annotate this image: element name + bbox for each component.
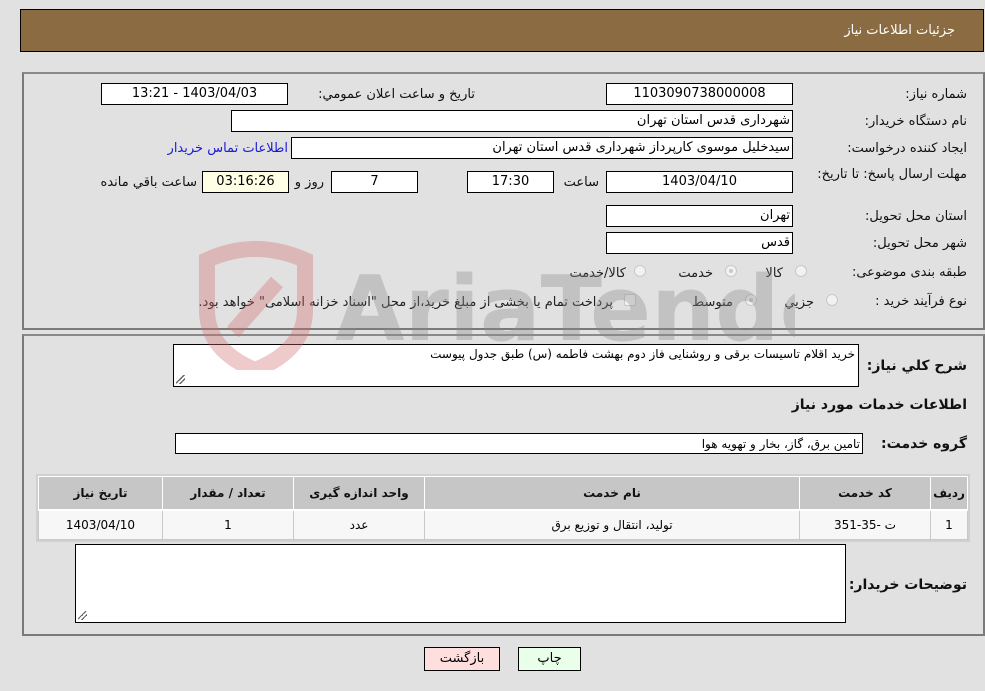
print-button[interactable]: چاپ — [518, 647, 581, 671]
purchase-option-minor: جزيي — [784, 295, 814, 310]
purchase-type-label: نوع فرآيند خريد : — [875, 294, 967, 309]
col-service-name: نام خدمت — [424, 476, 800, 511]
buyer-contact-link[interactable]: اطلاعات تماس خريدار — [168, 141, 288, 156]
treasury-note: پرداخت تمام يا بخشی از مبلغ خريد،از محل … — [198, 295, 613, 310]
remaining-label: ساعت باقي مانده — [100, 175, 197, 190]
buyer-notes-label: توضيحات خريدار: — [848, 577, 967, 593]
category-label: طبقه بندی موضوعی: — [851, 265, 967, 280]
category-radio-service[interactable] — [725, 265, 737, 277]
delivery-province-field[interactable]: تهران — [606, 205, 793, 227]
remaining-days-field: 7 — [331, 171, 418, 193]
page-header: جزئيات اطلاعات نياز — [20, 9, 984, 52]
col-quantity: تعداد / مقدار — [162, 476, 294, 511]
page-title: جزئيات اطلاعات نياز — [844, 23, 955, 38]
deadline-label: مهلت ارسال پاسخ: تا تاريخ: — [807, 166, 967, 184]
cell-service-name: توليد، انتقال و توزيع برق — [424, 509, 800, 540]
purchase-option-medium: متوسط — [692, 295, 733, 310]
general-desc-text: خريد اقلام تاسيسات برقی و روشنايی فاز دو… — [430, 347, 855, 361]
buyer-org-label: نام دستگاه خريدار: — [864, 114, 967, 129]
cell-quantity: 1 — [162, 509, 294, 540]
category-option-goods-service: کالا/خدمت — [569, 266, 626, 281]
deadline-time-field[interactable]: 17:30 — [467, 171, 554, 193]
col-service-code: کد خدمت — [799, 476, 931, 511]
col-unit: واحد اندازه گيری — [293, 476, 425, 511]
table-row: 1 ت -35-351 توليد، انتقال و توزيع برق عد… — [38, 509, 968, 540]
delivery-province-label: استان محل تحويل: — [865, 209, 967, 224]
remaining-time-field: 03:16:26 — [202, 171, 289, 193]
category-radio-goods-service[interactable] — [634, 265, 646, 277]
services-table: رديف کد خدمت نام خدمت واحد اندازه گيری ت… — [36, 474, 970, 542]
need-number-label: شماره نياز: — [905, 87, 967, 102]
purchase-radio-medium[interactable] — [745, 294, 757, 306]
deadline-time-label: ساعت — [563, 175, 599, 190]
purchase-radio-minor[interactable] — [826, 294, 838, 306]
buyer-notes-textarea[interactable] — [75, 544, 846, 623]
days-label: روز و — [294, 175, 324, 190]
category-radio-goods[interactable] — [795, 265, 807, 277]
requester-label: ايجاد کننده درخواست: — [847, 141, 967, 156]
requester-field[interactable]: سيدخليل موسوی کارپرداز شهرداری قدس استان… — [291, 137, 793, 159]
announce-datetime-field[interactable]: 1403/04/03 - 13:21 — [101, 83, 288, 105]
category-option-service: خدمت — [678, 266, 713, 281]
general-desc-textarea[interactable]: خريد اقلام تاسيسات برقی و روشنايی فاز دو… — [173, 344, 859, 387]
resize-grip-icon[interactable] — [176, 375, 185, 384]
back-button[interactable]: بازگشت — [424, 647, 500, 671]
deadline-label-text: مهلت ارسال پاسخ: تا تاريخ: — [817, 167, 967, 182]
service-group-field[interactable]: تامين برق، گاز، بخار و تهويه هوا — [175, 433, 863, 454]
cell-unit: عدد — [293, 509, 425, 540]
cell-row: 1 — [930, 509, 968, 540]
delivery-city-label: شهر محل تحويل: — [872, 236, 967, 251]
deadline-date-field[interactable]: 1403/04/10 — [606, 171, 793, 193]
delivery-city-field[interactable]: قدس — [606, 232, 793, 254]
category-option-goods: کالا — [765, 266, 783, 281]
services-heading: اطلاعات خدمات مورد نياز — [791, 397, 967, 413]
announce-datetime-label: تاريخ و ساعت اعلان عمومي: — [318, 87, 475, 102]
services-table-header: رديف کد خدمت نام خدمت واحد اندازه گيری ت… — [38, 476, 968, 511]
col-need-date: تاريخ نياز — [38, 476, 163, 511]
cell-need-date: 1403/04/10 — [38, 509, 163, 540]
buyer-org-field[interactable]: شهرداری قدس استان تهران — [231, 110, 793, 132]
col-row: رديف — [930, 476, 968, 511]
service-group-label: گروه خدمت: — [881, 436, 967, 452]
cell-service-code: ت -35-351 — [799, 509, 931, 540]
resize-grip-icon[interactable] — [78, 611, 87, 620]
treasury-checkbox[interactable] — [624, 294, 636, 306]
need-number-field[interactable]: 1103090738000008 — [606, 83, 793, 105]
general-desc-label: شرح کلي نياز: — [866, 358, 967, 374]
